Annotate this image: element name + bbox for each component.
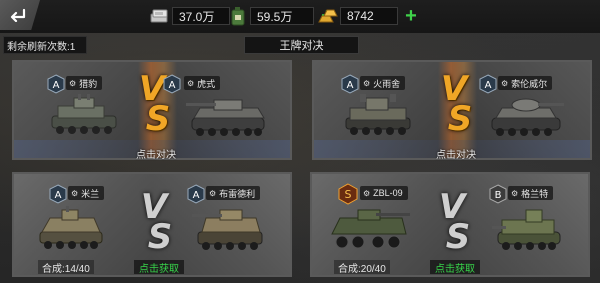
tank-image-right[interactable] xyxy=(490,204,570,259)
synthesis-progress: 合成:14/40 xyxy=(38,260,94,275)
fuel-amount: 59.5万 xyxy=(250,7,314,25)
duel-action-link[interactable]: 点击对决 xyxy=(136,146,176,161)
matchup-panel-3[interactable]: VS A ⚙ 米兰 A ⚙ 布雷德利 合成:14/40 点击获取 xyxy=(12,172,292,277)
get-button[interactable]: 点击获取 xyxy=(430,260,480,275)
gear-icon: ⚙ xyxy=(363,188,371,198)
gear-icon: ⚙ xyxy=(363,78,371,88)
tank-image-right[interactable] xyxy=(486,94,566,145)
rank-a-icon: A xyxy=(478,73,498,95)
svg-text:A: A xyxy=(169,80,176,91)
svg-text:S: S xyxy=(345,188,352,201)
vs-emblem: VS xyxy=(438,187,471,257)
rank-a-icon: A xyxy=(162,73,182,95)
silver-icon xyxy=(148,5,172,27)
silver-resource: 37.0万 xyxy=(148,5,230,27)
tank-name-label: ⚙ ZBL-09 xyxy=(360,186,408,200)
top-bar: 37.0万 59.5万 + 8742 + xyxy=(0,0,600,33)
tank-image-left[interactable] xyxy=(338,92,418,145)
svg-text:B: B xyxy=(495,190,502,201)
gold-resource: 8742 + xyxy=(316,5,420,27)
gold-bars-icon xyxy=(316,5,340,27)
svg-text:A: A xyxy=(347,80,354,91)
gold-amount: 8742 xyxy=(340,7,398,25)
gear-icon: ⚙ xyxy=(209,188,217,198)
gear-icon: ⚙ xyxy=(71,188,79,198)
rank-a-icon: A xyxy=(186,183,206,205)
duel-action-link[interactable]: 点击对决 xyxy=(436,146,476,161)
svg-text:A: A xyxy=(53,80,60,91)
svg-text:A: A xyxy=(55,190,62,201)
tank-name-label: ⚙ 火雨舍 xyxy=(360,76,406,90)
tank-image-right[interactable] xyxy=(186,92,272,145)
gear-icon: ⚙ xyxy=(187,78,195,88)
tank-name-label: ⚙ 虎式 xyxy=(184,76,221,90)
gear-icon: ⚙ xyxy=(511,188,519,198)
back-arrow-icon xyxy=(10,8,26,22)
tank-image-left[interactable] xyxy=(32,204,112,259)
matchup-panel-1[interactable]: VS A ⚙ 猎豹 A ⚙ 虎式 点击对决 xyxy=(12,60,292,161)
rank-a-icon: A xyxy=(48,183,68,205)
refresh-count: 剩余刷新次数:1 xyxy=(3,36,87,54)
rank-s-icon: S xyxy=(338,183,358,205)
svg-text:A: A xyxy=(485,80,492,91)
matchup-panel-4[interactable]: VS S ⚙ ZBL-09 B ⚙ 格兰特 合成:20/40 点击获取 xyxy=(310,172,590,277)
tank-name-label: ⚙ 猎豹 xyxy=(66,76,103,90)
gear-icon: ⚙ xyxy=(501,78,509,88)
tank-name-label: ⚙ 格兰特 xyxy=(508,186,554,200)
tank-image-left[interactable] xyxy=(44,92,124,145)
tank-name-label: ⚙ 布雷德利 xyxy=(206,186,261,200)
back-button[interactable] xyxy=(0,0,40,30)
matchup-panel-2[interactable]: VS A ⚙ 火雨舍 A ⚙ 索伦威尔 点击对决 xyxy=(312,60,592,161)
tank-image-right[interactable] xyxy=(192,206,272,259)
gear-icon: ⚙ xyxy=(69,78,77,88)
vs-emblem: VS xyxy=(440,69,473,139)
fuel-can-icon xyxy=(226,5,250,27)
add-gold-button[interactable]: + xyxy=(402,6,420,26)
tank-image-left[interactable] xyxy=(326,204,414,259)
svg-text:A: A xyxy=(193,190,200,201)
vs-emblem: VS xyxy=(140,187,173,257)
tank-name-label: ⚙ 索伦威尔 xyxy=(498,76,553,90)
rank-b-icon: B xyxy=(488,183,508,205)
tank-name-label: ⚙ 米兰 xyxy=(68,186,105,200)
synthesis-progress: 合成:20/40 xyxy=(334,260,390,275)
get-button[interactable]: 点击获取 xyxy=(134,260,184,275)
silver-amount: 37.0万 xyxy=(172,7,230,25)
ace-duel-tab[interactable]: 王牌对决 xyxy=(244,36,359,54)
